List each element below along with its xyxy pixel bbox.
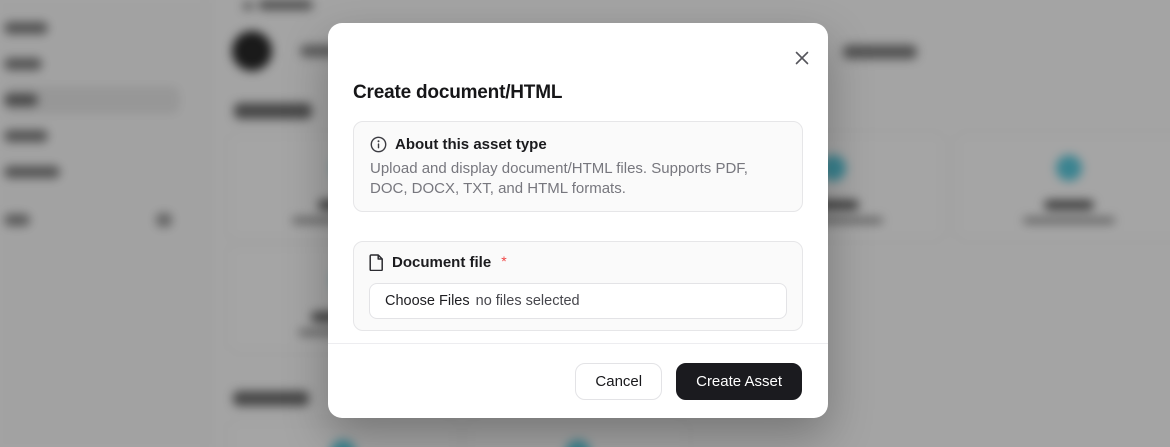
info-box-body: Upload and display document/HTML files. … [370,159,786,199]
modal-title: Create document/HTML [353,82,562,104]
choose-files-button[interactable]: Choose Files [385,293,470,309]
asset-type-info-box: About this asset type Upload and display… [353,121,803,212]
create-document-modal: Create document/HTML About this asset ty… [328,23,828,418]
file-input-status: no files selected [476,293,580,309]
info-box-title: About this asset type [395,136,547,153]
close-icon [795,51,809,65]
create-asset-button[interactable]: Create Asset [676,363,802,400]
file-field-label: Document file [392,254,491,271]
required-marker: * [501,253,506,269]
close-button[interactable] [791,47,813,69]
file-icon [369,254,384,271]
modal-footer: Cancel Create Asset [328,343,828,418]
cancel-button[interactable]: Cancel [575,363,662,400]
document-file-field: Document file * Choose Files no files se… [353,241,803,331]
app-screen: Create document/HTML About this asset ty… [0,0,1170,447]
info-icon [370,136,387,153]
file-input[interactable]: Choose Files no files selected [369,283,787,319]
